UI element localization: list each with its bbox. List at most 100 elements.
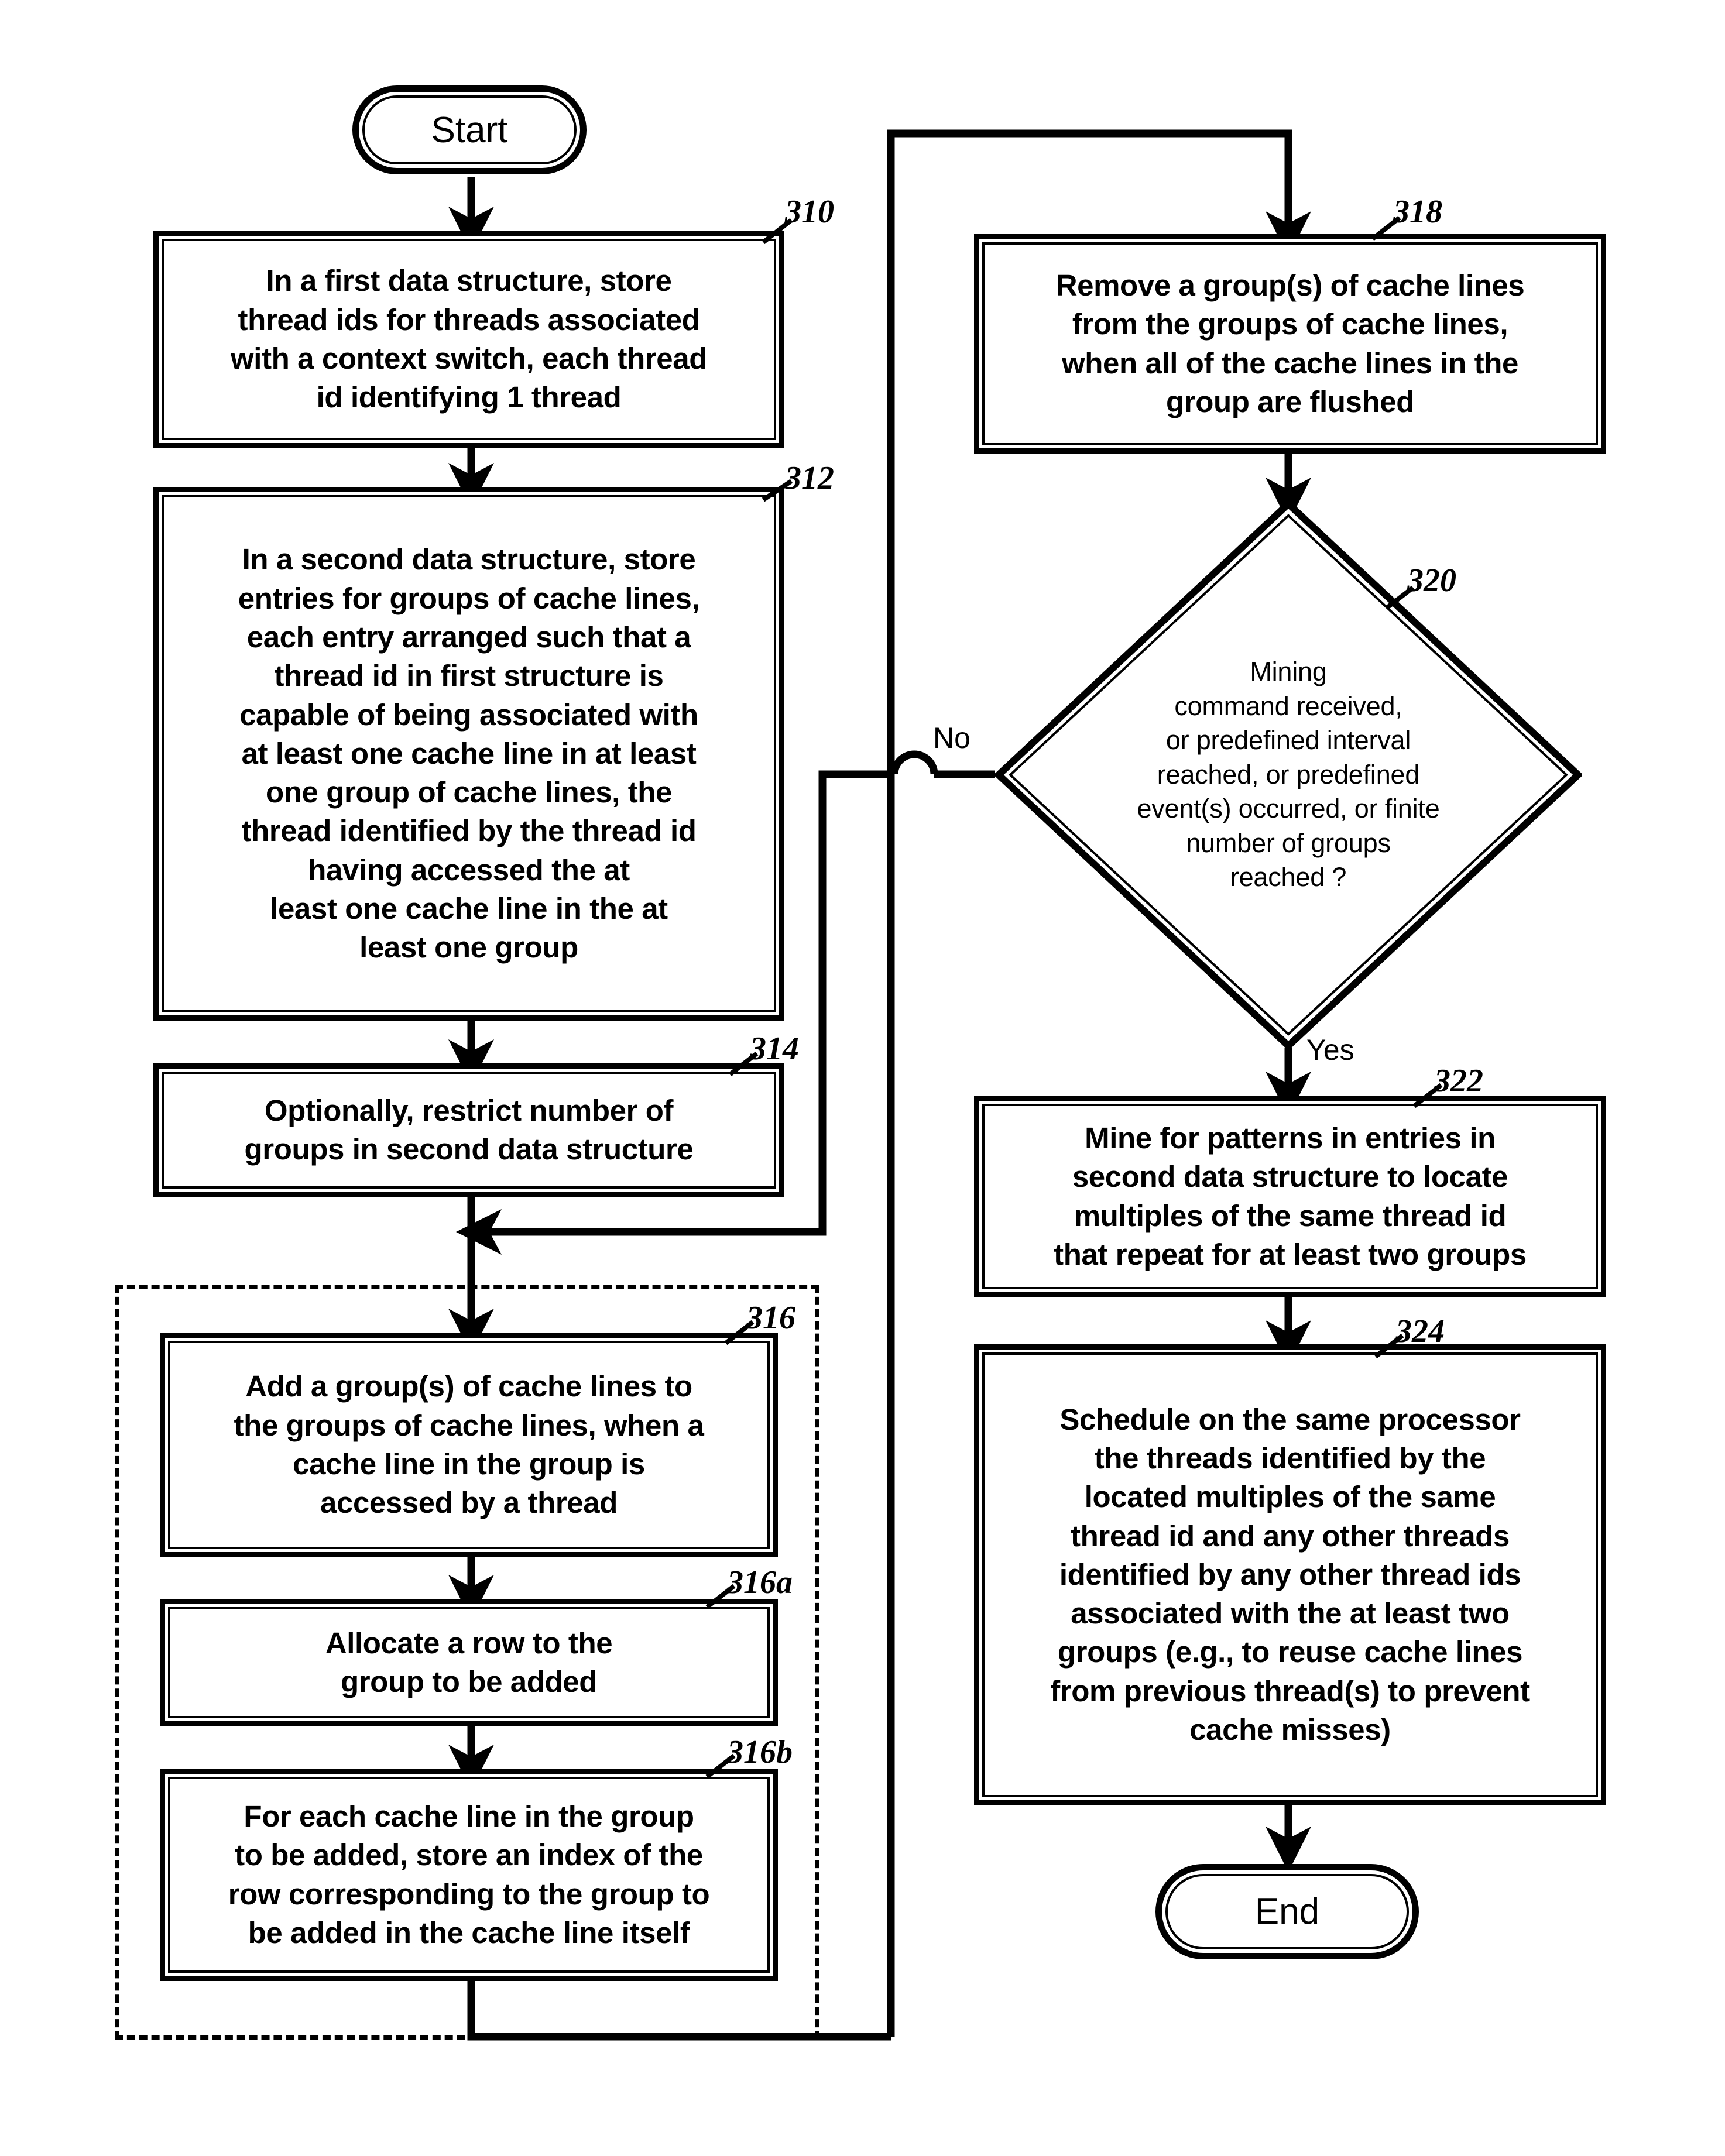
step-324-box: Schedule on the same processor the threa… [974,1344,1606,1805]
step-316a-text: Allocate a row to the group to be added [317,1624,620,1702]
figure-canvas: Start In a first data structure, store t… [0,0,1725,2156]
step-312-line: entries for groups of cache lines, [238,581,700,615]
step-314-line: groups in second data structure [244,1132,694,1166]
step-316-box: Add a group(s) of cache lines to the gro… [160,1333,778,1557]
step-310-line: id identifying 1 thread [316,380,622,414]
decision-320-line: or predefined interval [1165,725,1411,756]
step-312-box: In a second data structure, store entrie… [153,487,784,1021]
step-324-line: Schedule on the same processor [1059,1402,1521,1436]
step-324-line: groups (e.g., to reuse cache lines [1057,1635,1523,1669]
start-terminator: Start [352,85,587,174]
step-318-text: Remove a group(s) of cache lines from th… [1048,266,1533,421]
decision-320: Mining command received, or predefined i… [995,500,1582,1049]
step-312-line: least one cache line in the at [270,892,668,926]
step-314-inner: Optionally, restrict number of groups in… [162,1072,776,1189]
step-314-text: Optionally, restrict number of groups in… [236,1091,702,1169]
step-322-line: second data structure to locate [1072,1160,1508,1194]
step-324-text: Schedule on the same processor the threa… [1042,1400,1538,1750]
step-322-inner: Mine for patterns in entries in second d… [982,1104,1598,1289]
step-310-text: In a first data structure, store thread … [222,262,715,417]
ref-322-leader [1412,1083,1443,1108]
step-312-line: each entry arranged such that a [246,620,691,654]
step-324-line: thread id and any other threads [1071,1519,1510,1553]
step-310-line: In a first data structure, store [266,264,672,298]
step-316b-line: to be added, store an index of the [235,1838,703,1872]
step-324-line: the threads identified by the [1094,1441,1486,1475]
ref-314-leader [728,1051,759,1077]
step-316-line: the groups of cache lines, when a [234,1408,704,1442]
step-322-line: Mine for patterns in entries in [1085,1121,1496,1155]
step-322-line: multiples of the same thread id [1074,1199,1507,1233]
step-312-line: thread identified by the thread id [241,814,697,848]
step-316b-line: be added in the cache line itself [248,1915,690,1949]
step-310-line: with a context switch, each thread [231,342,707,375]
step-316-line: cache line in the group is [293,1447,645,1481]
step-318-line: from the groups of cache lines, [1072,307,1508,341]
step-316b-line: row corresponding to the group to [228,1877,710,1911]
step-324-line: located multiples of the same [1084,1480,1496,1514]
decision-320-line: reached, or predefined [1157,759,1420,789]
step-316a-box: Allocate a row to the group to be added [160,1599,778,1726]
branch-label-yes: Yes [1306,1034,1354,1066]
step-316-inner: Add a group(s) of cache lines to the gro… [168,1341,770,1549]
step-318-line: Remove a group(s) of cache lines [1055,268,1525,302]
ref-320-leader [1386,585,1415,610]
start-terminator-inner: Start [362,95,577,164]
step-312-line: one group of cache lines, the [265,775,672,809]
step-316-line: accessed by a thread [320,1486,618,1520]
step-318-inner: Remove a group(s) of cache lines from th… [982,242,1598,445]
ref-318-leader [1371,215,1401,241]
step-312-line: least one group [359,931,578,964]
step-312-line: at least one cache line in at least [241,736,697,770]
end-label: End [1254,1891,1320,1932]
ref-324-leader [1374,1333,1404,1359]
step-316b-line: For each cache line in the group [244,1799,694,1833]
step-312-line: having accessed the at [308,853,630,887]
step-324-inner: Schedule on the same processor the threa… [982,1352,1598,1797]
step-312-text: In a second data structure, store entrie… [230,540,708,967]
step-324-line: from previous thread(s) to prevent [1050,1674,1530,1708]
step-312-line: In a second data structure, store [242,543,696,576]
ref-312-leader [762,479,793,502]
ref-310-leader [762,218,793,245]
decision-320-line: command received, [1174,691,1402,721]
step-322-text: Mine for patterns in entries in second d… [1045,1119,1535,1274]
decision-320-line: reached ? [1230,862,1347,892]
step-316b-text: For each cache line in the group to be a… [220,1797,718,1952]
start-label: Start [431,109,508,150]
end-terminator: End [1155,1864,1419,1959]
ref-316-leader [724,1320,755,1345]
decision-320-text: Mining command received, or predefined i… [1124,655,1452,895]
step-310-box: In a first data structure, store thread … [153,231,784,448]
ref-316b-leader [705,1753,736,1779]
step-314-box: Optionally, restrict number of groups in… [153,1063,784,1197]
decision-320-line: Mining [1250,657,1327,687]
step-316a-line: Allocate a row to the [325,1626,613,1660]
decision-320-line: event(s) occurred, or finite [1137,794,1440,824]
end-terminator-inner: End [1165,1874,1409,1949]
decision-320-line: number of groups [1186,828,1391,858]
step-322-box: Mine for patterns in entries in second d… [974,1096,1606,1297]
branch-label-no: No [933,722,970,754]
step-324-line: identified by any other thread ids [1059,1557,1521,1591]
step-312-line: thread id in first structure is [274,659,664,693]
step-318-box: Remove a group(s) of cache lines from th… [974,234,1606,454]
step-318-line: group are flushed [1166,384,1414,418]
step-316a-inner: Allocate a row to the group to be added [168,1607,770,1718]
step-312-line: capable of being associated with [239,698,698,732]
step-316b-inner: For each cache line in the group to be a… [168,1777,770,1973]
step-322-line: that repeat for at least two groups [1054,1237,1527,1271]
step-310-line: thread ids for threads associated [238,303,700,337]
step-324-line: cache misses) [1189,1713,1391,1747]
decision-320-textwrap: Mining command received, or predefined i… [995,500,1582,1049]
step-314-line: Optionally, restrict number of [264,1093,674,1127]
ref-316a-leader [705,1584,736,1609]
step-310-inner: In a first data structure, store thread … [162,239,776,440]
step-318-line: when all of the cache lines in the [1062,346,1518,380]
step-316b-box: For each cache line in the group to be a… [160,1769,778,1981]
step-316a-line: group to be added [340,1665,597,1698]
step-316-line: Add a group(s) of cache lines to [245,1369,692,1403]
step-316-text: Add a group(s) of cache lines to the gro… [226,1367,712,1522]
step-324-line: associated with the at least two [1071,1597,1510,1630]
step-312-inner: In a second data structure, store entrie… [162,495,776,1012]
